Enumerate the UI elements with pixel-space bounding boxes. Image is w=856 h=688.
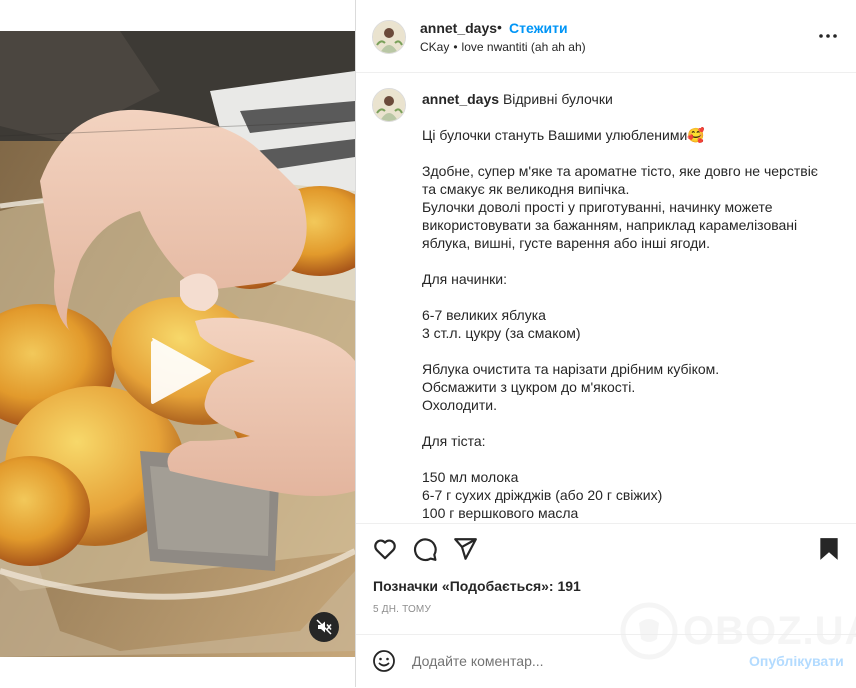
comment-icon[interactable]	[412, 536, 438, 562]
caption-line: 100 г вершкового масла	[422, 505, 579, 521]
caption-line: Охолодити.	[422, 397, 497, 413]
caption-line: Обсмажити з цукром до м'якості.	[422, 379, 636, 395]
post-details-panel: annet_days • Стежити CKay • love nwantiti …	[355, 0, 856, 687]
post-header: annet_days • Стежити CKay • love nwantiti …	[356, 0, 856, 73]
heart-icon[interactable]	[372, 536, 398, 562]
caption-line: Булочки доволі прості у приготуванні, на…	[422, 199, 798, 251]
caption-section: annet_days Відривні булочки Ці булочки с…	[356, 73, 856, 524]
caption-body: Ці булочки стануть Вашими улюбленими🥰 Здо…	[422, 126, 832, 522]
send-icon[interactable]	[452, 536, 478, 562]
follow-button[interactable]: Стежити	[509, 20, 568, 36]
more-dots-icon[interactable]	[816, 26, 840, 46]
caption-line: 3 ст.л. цукру (за смаком)	[422, 325, 581, 341]
caption-line: Яблука очистита та нарізати дрібним кубі…	[422, 361, 720, 377]
reel-video[interactable]	[0, 31, 355, 657]
caption-line: 6-7 великих яблука	[422, 307, 546, 323]
caption-title: Відривні булочки	[502, 91, 613, 107]
caption-line: 150 мл молока	[422, 469, 519, 485]
media-column	[0, 0, 355, 687]
watermark-text: OBOZ.UA	[683, 609, 856, 653]
action-bar	[356, 532, 856, 566]
caption-line: Ці булочки стануть Вашими улюбленими🥰	[422, 127, 705, 143]
mute-icon[interactable]	[309, 612, 339, 642]
caption-line: Для тіста:	[422, 433, 486, 449]
header-separator: •	[497, 19, 502, 35]
avatar[interactable]	[372, 20, 406, 54]
caption-line: Для начинки:	[422, 271, 508, 287]
caption-line	[422, 450, 832, 468]
caption-line	[422, 414, 832, 432]
caption-line: Здобне, супер м'яке та ароматне тісто, я…	[422, 163, 818, 197]
watermark-logo: OBOZ.UA	[615, 596, 856, 666]
caption-username[interactable]: annet_days	[422, 91, 499, 107]
caption-line	[422, 144, 832, 162]
post-timestamp[interactable]: 5 ДН. ТОМУ	[373, 604, 431, 615]
caption-line: 6-7 г сухих дріжджів (або 20 г свіжих)	[422, 487, 663, 503]
audio-info[interactable]: CKay • love nwantiti (ah ah ah)	[420, 40, 586, 54]
audio-artist: CKay	[420, 40, 450, 54]
avatar[interactable]	[372, 88, 406, 122]
caption-line	[422, 252, 832, 270]
audio-track: love nwantiti (ah ah ah)	[461, 40, 586, 54]
audio-separator: •	[453, 40, 458, 54]
caption-text: annet_days Відривні булочки Ці булочки с…	[422, 90, 832, 522]
bookmark-icon[interactable]	[816, 536, 842, 562]
author-username[interactable]: annet_days	[420, 20, 497, 36]
caption-line	[422, 342, 832, 360]
emoji-icon[interactable]	[372, 649, 396, 673]
play-icon[interactable]	[147, 336, 213, 406]
likes-count[interactable]: Позначки «Подобається»: 191	[373, 578, 581, 594]
caption-line	[422, 288, 832, 306]
